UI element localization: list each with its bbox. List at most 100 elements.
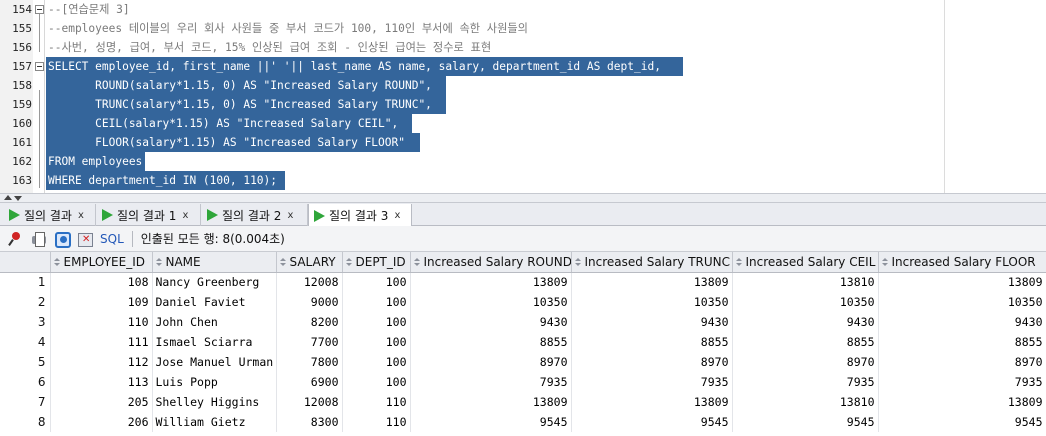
table-cell[interactable]: 13809 xyxy=(571,392,733,412)
row-number[interactable]: 5 xyxy=(0,352,51,372)
table-cell[interactable]: 10350 xyxy=(878,292,1046,312)
table-cell[interactable]: 110 xyxy=(50,312,153,332)
table-row[interactable]: 1 108 Nancy Greenberg 12008 100 13809 13809 138… xyxy=(0,272,1046,292)
table-cell[interactable]: 10350 xyxy=(410,292,572,312)
table-cell[interactable]: 13809 xyxy=(571,272,733,292)
close-icon[interactable]: x xyxy=(287,210,293,221)
column-header[interactable]: EMPLOYEE_ID xyxy=(50,252,153,273)
table-cell[interactable]: 110 xyxy=(342,392,411,412)
row-number[interactable]: 6 xyxy=(0,372,51,392)
table-cell[interactable]: 7800 xyxy=(276,352,343,372)
table-cell[interactable]: 10350 xyxy=(571,292,733,312)
table-row[interactable]: 5 112 Jose Manuel Urman 7800 100 8970 8970 8970… xyxy=(0,352,1046,372)
code-line[interactable]: 163 WHERE department_id IN (100, 110); xyxy=(0,171,1046,190)
table-cell[interactable]: 13809 xyxy=(878,392,1046,412)
table-cell[interactable]: 7700 xyxy=(276,332,343,352)
table-row[interactable]: 6 113 Luis Popp 6900 100 7935 7935 7935 7935 xyxy=(0,372,1046,392)
column-header[interactable]: Increased Salary CEIL xyxy=(732,252,879,273)
table-cell[interactable]: 9430 xyxy=(571,312,733,332)
table-cell[interactable]: 8855 xyxy=(410,332,572,352)
table-cell[interactable]: 113 xyxy=(50,372,153,392)
table-cell[interactable]: Jose Manuel Urman xyxy=(152,352,277,372)
table-cell[interactable]: 9430 xyxy=(732,312,879,332)
print-icon[interactable] xyxy=(31,231,47,247)
code-line[interactable]: 157 SELECT employee_id, first_name ||' '|… xyxy=(0,57,1046,76)
table-cell[interactable]: 9545 xyxy=(732,412,879,432)
table-row[interactable]: 8 206 William Gietz 8300 110 9545 9545 9545 9545 xyxy=(0,412,1046,432)
table-cell[interactable]: Daniel Faviet xyxy=(152,292,277,312)
table-cell[interactable]: 13809 xyxy=(410,392,572,412)
result-grid[interactable]: EMPLOYEE_ID NAME SALARY DEPT_ID Increase… xyxy=(0,252,1046,436)
code-line[interactable]: 156 --사번, 성명, 급여, 부서 코드, 15% 인상된 급여 조회 - … xyxy=(0,38,1046,57)
table-cell[interactable]: 8970 xyxy=(732,352,879,372)
table-row[interactable]: 2 109 Daniel Faviet 9000 100 10350 10350 10350 1… xyxy=(0,292,1046,312)
table-cell[interactable]: 8855 xyxy=(571,332,733,352)
table-cell[interactable]: 7935 xyxy=(732,372,879,392)
table-cell[interactable]: 8970 xyxy=(410,352,572,372)
column-header[interactable]: DEPT_ID xyxy=(342,252,411,273)
table-cell[interactable]: 205 xyxy=(50,392,153,412)
table-cell[interactable]: 7935 xyxy=(878,372,1046,392)
table-cell[interactable]: Shelley Higgins xyxy=(152,392,277,412)
code-line[interactable]: 161 FLOOR(salary*1.15) AS "Increased Sal… xyxy=(0,133,1046,152)
table-cell[interactable]: 7935 xyxy=(410,372,572,392)
row-number[interactable]: 8 xyxy=(0,412,51,432)
table-cell[interactable]: Ismael Sciarra xyxy=(152,332,277,352)
row-number[interactable]: 3 xyxy=(0,312,51,332)
table-cell[interactable]: 13810 xyxy=(732,392,879,412)
column-header[interactable]: Increased Salary FLOOR xyxy=(878,252,1046,273)
table-cell[interactable]: 12008 xyxy=(276,392,343,412)
code-line[interactable]: 159 TRUNC(salary*1.15, 0) AS "Increased … xyxy=(0,95,1046,114)
table-cell[interactable]: 9545 xyxy=(878,412,1046,432)
table-row[interactable]: 3 110 John Chen 8200 100 9430 9430 9430 9430 xyxy=(0,312,1046,332)
fold-toggle-icon[interactable] xyxy=(35,5,44,14)
column-header[interactable]: Increased Salary ROUND xyxy=(410,252,572,273)
fold-toggle-icon[interactable] xyxy=(35,62,44,71)
tab-query-result-1[interactable]: 질의 결과 1 x xyxy=(97,204,201,226)
column-header[interactable]: NAME xyxy=(152,252,277,273)
table-cell[interactable]: 8855 xyxy=(732,332,879,352)
close-icon[interactable]: x xyxy=(394,210,400,221)
table-cell[interactable]: 13809 xyxy=(410,272,572,292)
table-cell[interactable]: 100 xyxy=(342,292,411,312)
cancel-query-icon[interactable] xyxy=(77,231,93,247)
table-cell[interactable]: 100 xyxy=(342,372,411,392)
table-cell[interactable]: 8300 xyxy=(276,412,343,432)
collapse-down-icon[interactable] xyxy=(14,196,22,201)
row-number[interactable]: 7 xyxy=(0,392,51,412)
tab-query-result-3[interactable]: 질의 결과 3 x xyxy=(308,204,412,227)
column-header[interactable]: Increased Salary TRUNC xyxy=(571,252,733,273)
tab-query-result-2[interactable]: 질의 결과 2 x xyxy=(202,204,308,226)
table-cell[interactable]: 100 xyxy=(342,312,411,332)
table-cell[interactable]: 7935 xyxy=(571,372,733,392)
table-cell[interactable]: 8970 xyxy=(878,352,1046,372)
table-cell[interactable]: 9430 xyxy=(878,312,1046,332)
code-line[interactable]: 160 CEIL(salary*1.15) AS "Increased Sala… xyxy=(0,114,1046,133)
table-cell[interactable]: 13809 xyxy=(878,272,1046,292)
code-line[interactable]: 162 FROM employees xyxy=(0,152,1046,171)
table-cell[interactable]: 9430 xyxy=(410,312,572,332)
refresh-icon[interactable] xyxy=(54,231,71,248)
table-cell[interactable]: William Gietz xyxy=(152,412,277,432)
table-cell[interactable]: 108 xyxy=(50,272,153,292)
table-cell[interactable]: 9000 xyxy=(276,292,343,312)
table-cell[interactable]: 8855 xyxy=(878,332,1046,352)
table-row[interactable]: 7 205 Shelley Higgins 12008 110 13809 13809 138… xyxy=(0,392,1046,412)
table-cell[interactable]: 100 xyxy=(342,272,411,292)
table-cell[interactable]: 110 xyxy=(342,412,411,432)
code-line[interactable]: 155 --employees 테이블의 우리 회사 사원들 중 부서 코드가 1… xyxy=(0,19,1046,38)
table-cell[interactable]: 9545 xyxy=(571,412,733,432)
table-cell[interactable]: Nancy Greenberg xyxy=(152,272,277,292)
tab-query-result[interactable]: 질의 결과 x xyxy=(4,204,96,226)
editor-results-splitter[interactable] xyxy=(0,193,1046,203)
close-icon[interactable]: x xyxy=(78,210,84,221)
table-cell[interactable]: 206 xyxy=(50,412,153,432)
table-cell[interactable]: 12008 xyxy=(276,272,343,292)
pin-icon[interactable] xyxy=(8,231,24,247)
table-cell[interactable]: 111 xyxy=(50,332,153,352)
collapse-up-icon[interactable] xyxy=(4,195,12,200)
row-number[interactable]: 4 xyxy=(0,332,51,352)
table-cell[interactable]: 100 xyxy=(342,332,411,352)
sql-button[interactable]: SQL xyxy=(100,232,124,246)
table-cell[interactable]: 109 xyxy=(50,292,153,312)
